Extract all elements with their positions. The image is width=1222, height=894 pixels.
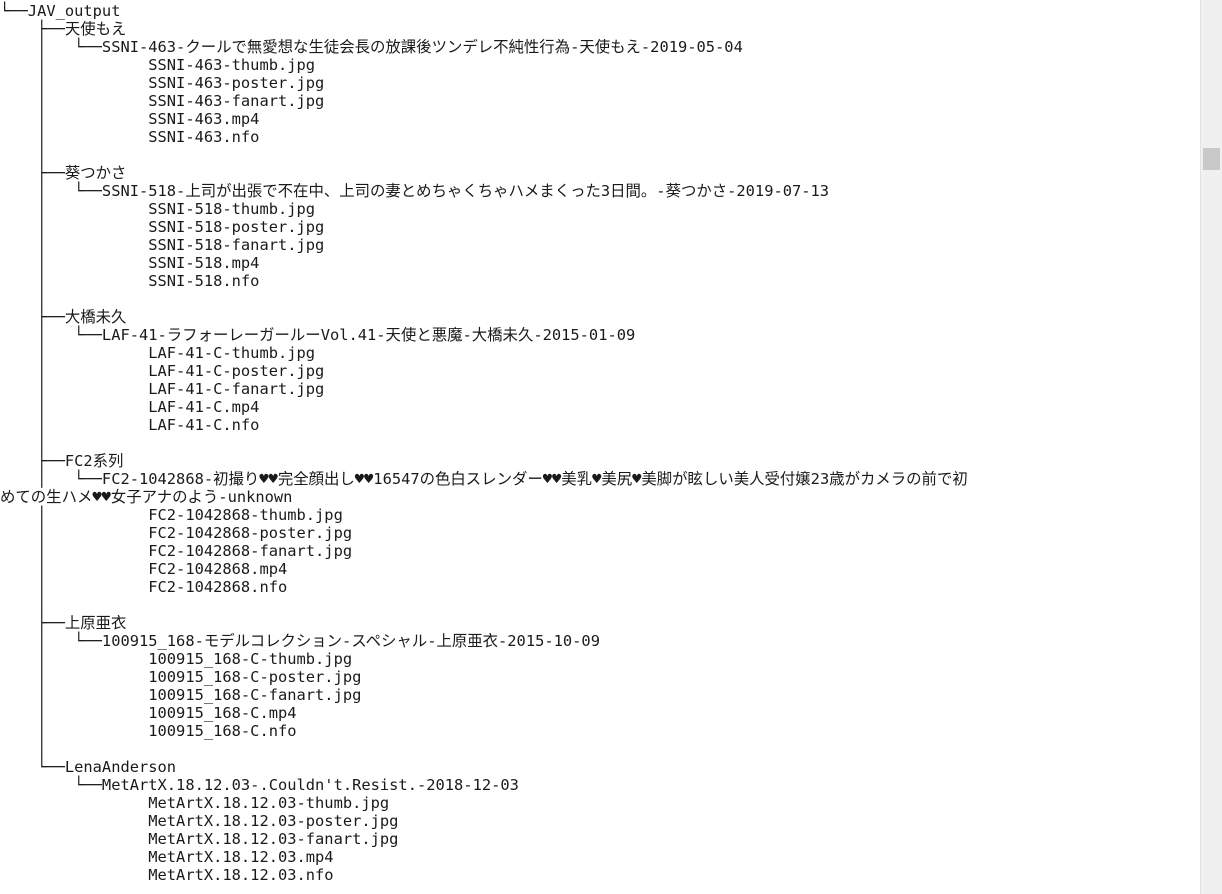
tree-line: │ (0, 740, 47, 758)
tree-line: ├──上原亜衣 (0, 614, 127, 632)
tree-line: │ 100915_168-C-fanart.jpg (0, 686, 362, 704)
tree-line: └──MetArtX.18.12.03-.Couldn't.Resist.-20… (0, 776, 519, 794)
tree-line: │ └──SSNI-463-クールで無愛想な生徒会長の放課後ツンデレ不純性行為-… (0, 38, 743, 56)
scrollbar-thumb[interactable] (1203, 148, 1220, 170)
tree-line: │ SSNI-463.nfo (0, 128, 260, 146)
tree-line: │ SSNI-463.mp4 (0, 110, 260, 128)
tree-line: │ FC2-1042868-thumb.jpg (0, 506, 343, 524)
tree-line: │ LAF-41-C-fanart.jpg (0, 380, 325, 398)
tree-line: │ LAF-41-C.mp4 (0, 398, 260, 416)
tree-line: │ FC2-1042868.mp4 (0, 560, 288, 578)
tree-line: │ └──100915_168-モデルコレクション-スペシャル-上原亜衣-201… (0, 632, 600, 650)
directory-tree: └──JAV_output ├──天使もえ │ └──SSNI-463-クールで… (0, 2, 1200, 884)
tree-line: ├──大橋未久 (0, 308, 127, 326)
tree-line: │ 100915_168-C-thumb.jpg (0, 650, 353, 668)
tree-line: │ SSNI-463-poster.jpg (0, 74, 325, 92)
tree-line: │ SSNI-463-fanart.jpg (0, 92, 325, 110)
console-output: └──JAV_output ├──天使もえ │ └──SSNI-463-クールで… (0, 0, 1200, 894)
tree-line: │ └──FC2-1042868-初撮り♥♥完全顔出し♥♥16547の色白スレン… (0, 470, 968, 488)
tree-line: │ └──LAF-41-ラフォーレーガールーVol.41-天使と悪魔-大橋未久-… (0, 326, 636, 344)
tree-line: │ (0, 290, 47, 308)
tree-line: MetArtX.18.12.03-thumb.jpg (0, 794, 390, 812)
tree-line: │ SSNI-518-fanart.jpg (0, 236, 325, 254)
tree-line: └──JAV_output (0, 2, 121, 20)
tree-line: └──LenaAnderson (0, 758, 177, 776)
tree-line: │ LAF-41-C-poster.jpg (0, 362, 325, 380)
tree-line: │ SSNI-518-thumb.jpg (0, 200, 316, 218)
tree-line: ├──葵つかさ (0, 164, 127, 182)
tree-line: │ └──SSNI-518-上司が出張で不在中、上司の妻とめちゃくちゃハメまくっ… (0, 182, 830, 200)
tree-line: │ 100915_168-C-poster.jpg (0, 668, 362, 686)
tree-line: │ 100915_168-C.nfo (0, 722, 297, 740)
tree-line: │ SSNI-463-thumb.jpg (0, 56, 316, 74)
tree-line: ├──天使もえ (0, 20, 127, 38)
vertical-scrollbar[interactable] (1200, 0, 1222, 894)
tree-line: │ SSNI-518.nfo (0, 272, 260, 290)
tree-line: ├──FC2系列 (0, 452, 124, 470)
tree-line: │ LAF-41-C.nfo (0, 416, 260, 434)
tree-line: MetArtX.18.12.03.mp4 (0, 848, 334, 866)
tree-line: めての生ハメ♥♥女子アナのよう-unknown (0, 488, 293, 506)
tree-line: MetArtX.18.12.03-fanart.jpg (0, 830, 399, 848)
tree-line: │ SSNI-518-poster.jpg (0, 218, 325, 236)
tree-line: │ FC2-1042868.nfo (0, 578, 288, 596)
tree-line: │ (0, 146, 47, 164)
tree-line: │ (0, 434, 47, 452)
tree-line: MetArtX.18.12.03.nfo (0, 866, 334, 884)
tree-line: MetArtX.18.12.03-poster.jpg (0, 812, 399, 830)
tree-line: │ FC2-1042868-fanart.jpg (0, 542, 353, 560)
tree-line: │ 100915_168-C.mp4 (0, 704, 297, 722)
tree-line: │ FC2-1042868-poster.jpg (0, 524, 353, 542)
tree-line: │ SSNI-518.mp4 (0, 254, 260, 272)
tree-line: │ (0, 596, 47, 614)
tree-line: │ LAF-41-C-thumb.jpg (0, 344, 316, 362)
